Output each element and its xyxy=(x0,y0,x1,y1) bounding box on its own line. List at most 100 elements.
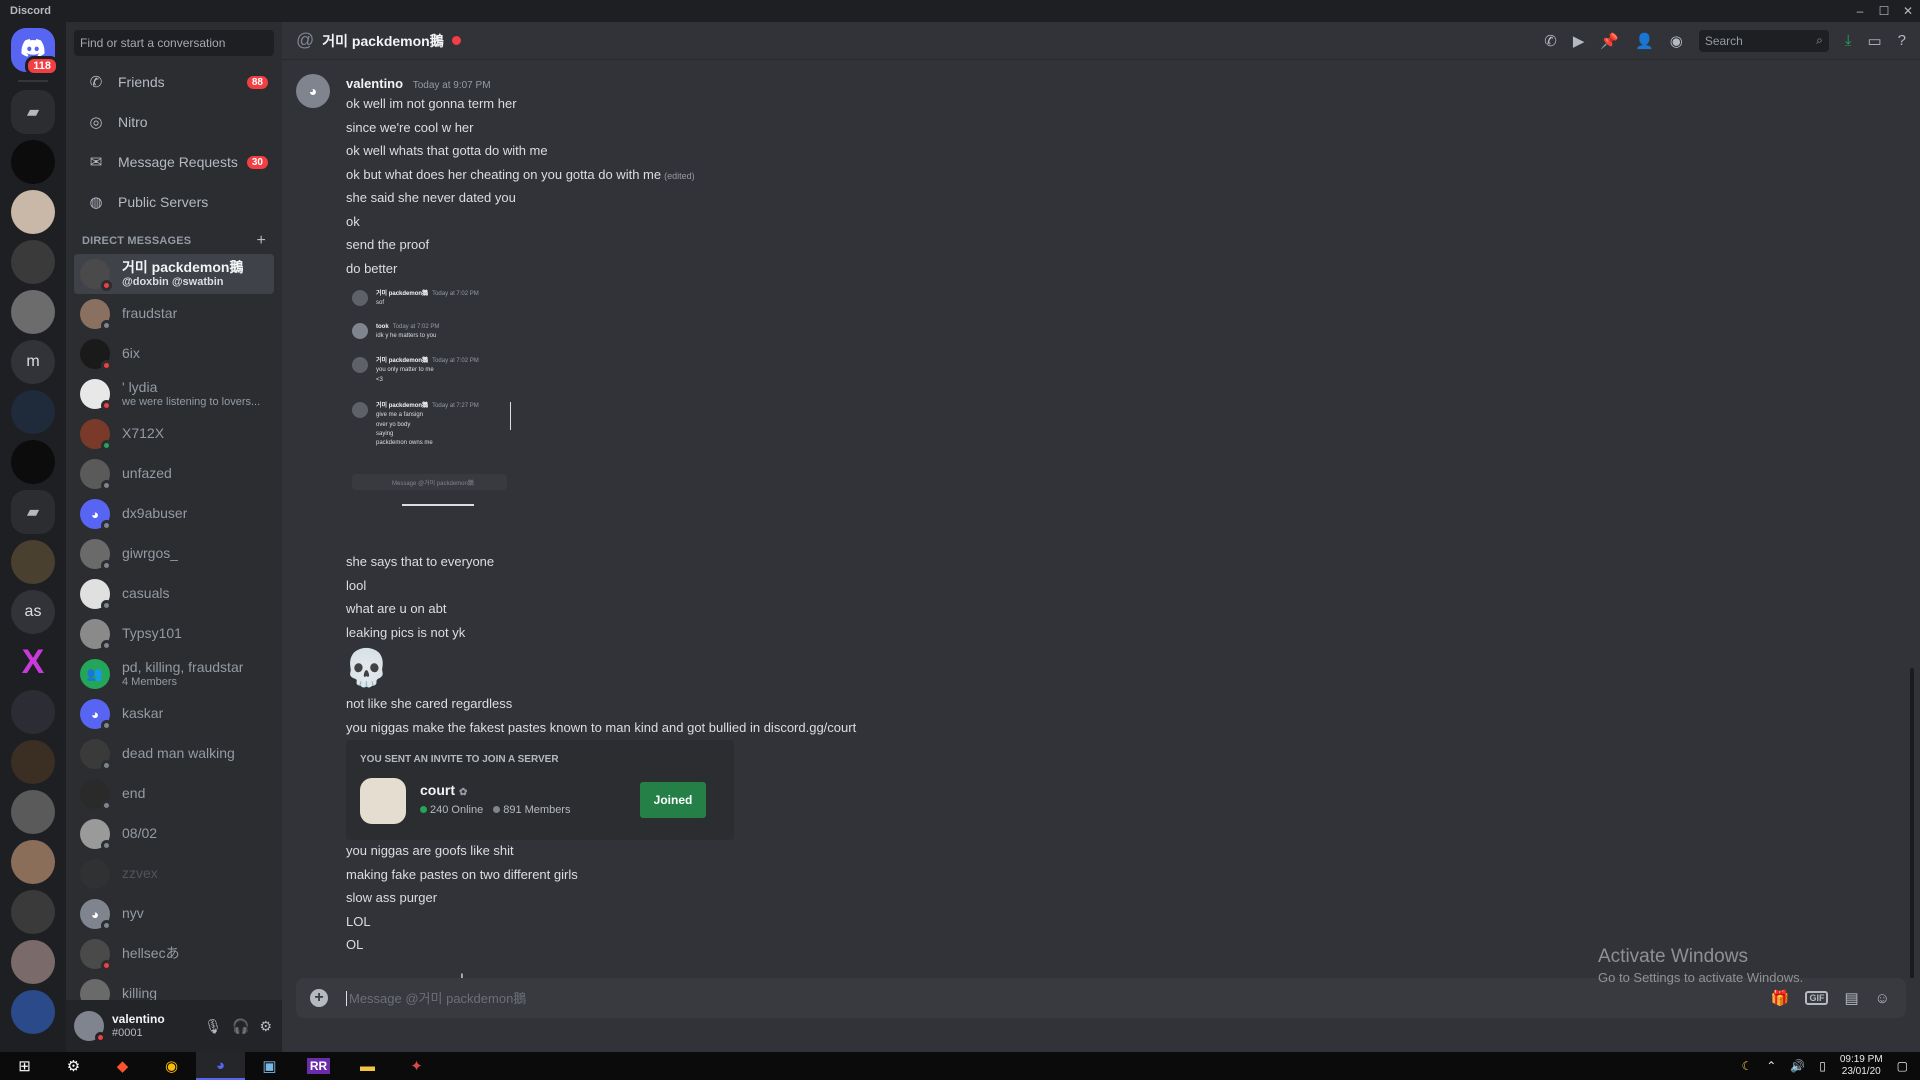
joined-button[interactable]: Joined xyxy=(640,782,706,818)
nav-public-servers[interactable]: ◍ Public Servers xyxy=(74,182,276,222)
sticker-icon[interactable]: ▤ xyxy=(1844,989,1858,1007)
add-friend-to-dm-icon[interactable]: 👤 xyxy=(1635,32,1654,50)
server-icon[interactable] xyxy=(11,690,55,734)
app-taskbar-icon-2[interactable]: ✦ xyxy=(392,1052,441,1080)
dm-item[interactable]: end xyxy=(74,774,274,814)
dm-item[interactable]: giwrgos_ xyxy=(74,534,274,574)
dm-item[interactable]: ◕ kaskar xyxy=(74,694,274,734)
server-icon[interactable] xyxy=(11,290,55,334)
inbox-icon[interactable]: ▭ xyxy=(1867,32,1881,50)
help-icon[interactable]: ? xyxy=(1898,32,1906,49)
server-icon[interactable] xyxy=(11,840,55,884)
dm-avatar xyxy=(80,939,112,971)
video-call-icon[interactable]: ▶ xyxy=(1573,32,1585,50)
user-info[interactable]: valentino #0001 xyxy=(112,1012,165,1039)
chat-scrollbar[interactable] xyxy=(1910,668,1914,978)
rr-app-icon[interactable]: RR xyxy=(294,1052,343,1080)
gif-icon[interactable]: GIF xyxy=(1805,991,1829,1005)
search-input[interactable]: Search ⌕ xyxy=(1698,29,1829,52)
server-icon[interactable]: m xyxy=(11,340,55,384)
file-explorer-icon[interactable]: ▬ xyxy=(343,1052,392,1080)
server-icon[interactable] xyxy=(11,240,55,284)
dm-item[interactable]: X712X xyxy=(74,414,274,454)
minimize-button[interactable]: – xyxy=(1848,4,1872,18)
settings-gear-icon[interactable]: ⚙ xyxy=(259,1018,272,1035)
dm-item[interactable]: ◕ dx9abuser xyxy=(74,494,274,534)
dm-item[interactable]: ' lydia we were listening to lovers... xyxy=(74,374,274,414)
volume-icon[interactable]: 🔊 xyxy=(1790,1059,1805,1073)
dm-item[interactable]: 6ix xyxy=(74,334,274,374)
find-conversation-input[interactable]: Find or start a conversation xyxy=(74,30,274,56)
dm-item[interactable]: ◕ nyv xyxy=(74,894,274,934)
server-icon[interactable]: X xyxy=(11,640,55,684)
download-icon[interactable]: ⤓ xyxy=(1845,32,1852,49)
dm-name: ' lydia xyxy=(122,380,158,396)
message-input[interactable] xyxy=(346,990,1771,1006)
dm-item[interactable]: casuals xyxy=(74,574,274,614)
windows-start-icon[interactable]: ⊞ xyxy=(0,1052,49,1080)
user-profile-icon[interactable]: ◉ xyxy=(1670,32,1683,50)
create-dm-icon[interactable]: + xyxy=(256,232,266,250)
gift-icon[interactable]: 🎁 xyxy=(1771,989,1790,1007)
dm-item[interactable]: killing xyxy=(74,974,274,1000)
screenshot-message: 거미 packdemon鵝 Today at 7:27 PM give me a f… xyxy=(352,402,479,448)
pinned-messages-icon[interactable]: 📌 xyxy=(1600,32,1619,50)
server-icon[interactable] xyxy=(11,740,55,784)
members-dot-icon xyxy=(493,806,501,813)
dm-item[interactable]: Typsy101 xyxy=(74,614,274,654)
network-icon[interactable]: ▯ xyxy=(1819,1059,1826,1073)
server-icon[interactable] xyxy=(11,890,55,934)
home-button[interactable]: 118 xyxy=(11,28,59,76)
dm-item[interactable]: dead man walking xyxy=(74,734,274,774)
notifications-icon[interactable]: ▢ xyxy=(1897,1059,1908,1073)
nav-nitro[interactable]: ◎ Nitro xyxy=(74,102,276,142)
app-taskbar-icon[interactable]: ▣ xyxy=(245,1052,294,1080)
server-icon[interactable] xyxy=(11,940,55,984)
headphones-icon[interactable]: 🎧 xyxy=(232,1018,249,1035)
nav-friends[interactable]: ✆ Friends 88 xyxy=(74,62,276,102)
emoji-icon[interactable]: ☺ xyxy=(1875,990,1890,1007)
server-icon[interactable] xyxy=(11,190,55,234)
server-folder[interactable]: ▰ xyxy=(11,490,55,534)
message-avatar[interactable]: ◕ xyxy=(296,74,330,108)
dm-item[interactable]: 👥 pd, killing, fraudstar 4 Members xyxy=(74,654,274,694)
dm-item[interactable]: zzvex xyxy=(74,854,274,894)
brave-browser-icon[interactable]: ◆ xyxy=(98,1052,147,1080)
chrome-icon[interactable]: ◉ xyxy=(147,1052,196,1080)
dm-item[interactable]: 거미 packdemon鵝 @doxbin @swatbin xyxy=(74,254,274,294)
message-text: lool xyxy=(346,577,367,593)
attached-screenshot-image[interactable]: Message @거미 packdemon鵝 거미 packdemon鵝 Toda… xyxy=(346,282,546,506)
maximize-button[interactable]: ☐ xyxy=(1872,4,1896,18)
close-window-button[interactable]: ✕ xyxy=(1896,4,1920,18)
server-icon[interactable] xyxy=(11,390,55,434)
dm-item[interactable]: fraudstar xyxy=(74,294,274,334)
server-icon[interactable] xyxy=(11,540,55,584)
attach-plus-icon[interactable]: + xyxy=(310,989,328,1007)
night-light-icon[interactable]: ☾ xyxy=(1741,1059,1752,1073)
taskbar-clock[interactable]: 09:19 PM 23/01/20 xyxy=(1840,1054,1883,1079)
server-icon[interactable] xyxy=(11,140,55,184)
server-icon[interactable] xyxy=(11,790,55,834)
invite-server-name[interactable]: court ✿ xyxy=(420,782,467,798)
server-icon[interactable] xyxy=(11,440,55,484)
settings-icon[interactable]: ⚙ xyxy=(49,1052,98,1080)
tray-expand-icon[interactable]: ⌃ xyxy=(1766,1059,1776,1073)
screenshot-line: sof xyxy=(376,300,385,307)
discord-taskbar-icon[interactable]: ◕ xyxy=(196,1052,245,1080)
server-icon[interactable]: as xyxy=(11,590,55,634)
mute-mic-icon[interactable]: 🎙 xyxy=(204,1018,222,1035)
server-folder[interactable]: ▰ xyxy=(11,90,55,134)
user-name: valentino xyxy=(112,1012,165,1027)
dm-item[interactable]: 08/02 xyxy=(74,814,274,854)
message-author[interactable]: valentino Today at 9:07 PM xyxy=(346,76,491,91)
at-icon: @ xyxy=(296,30,315,50)
skull-emoji: 💀 xyxy=(344,647,389,688)
screenshot-message-box: Message @거미 packdemon鵝 xyxy=(352,474,507,490)
user-avatar[interactable] xyxy=(74,1011,106,1043)
dm-item[interactable]: hellsecあ xyxy=(74,934,274,974)
server-icon[interactable] xyxy=(11,990,55,1034)
server-icon[interactable] xyxy=(360,778,406,824)
nav-message-requests[interactable]: ✉ Message Requests 30 xyxy=(74,142,276,182)
voice-call-icon[interactable]: ✆ xyxy=(1544,32,1557,50)
dm-item[interactable]: unfazed xyxy=(74,454,274,494)
